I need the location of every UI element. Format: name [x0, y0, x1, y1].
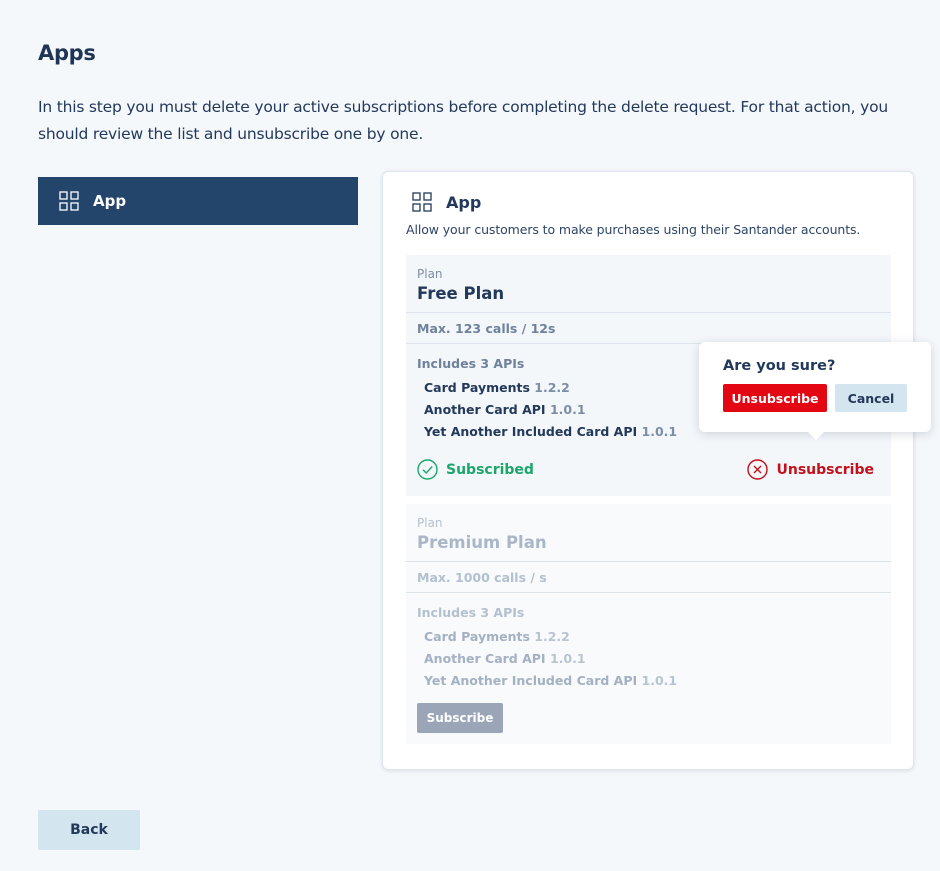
app-card: App Allow your customers to make purchas… — [382, 171, 914, 770]
api-item: Another Card API 1.0.1 — [424, 402, 586, 417]
divider — [406, 592, 891, 593]
plan-limit: Max. 123 calls / 12s — [417, 321, 556, 336]
plan-includes: Includes 3 APIs — [417, 605, 525, 620]
api-item: Yet Another Included Card API 1.0.1 — [424, 424, 678, 439]
app-card-header: App — [412, 192, 481, 212]
cancel-button[interactable]: Cancel — [835, 384, 907, 412]
plan-label: Plan — [417, 516, 443, 530]
subscribe-button[interactable]: Subscribe — [417, 703, 503, 733]
app-card-description: Allow your customers to make purchases u… — [406, 222, 861, 237]
plan-includes: Includes 3 APIs — [417, 356, 525, 371]
app-card-title: App — [446, 192, 482, 212]
subscribed-status: Subscribed — [417, 459, 534, 480]
divider — [406, 312, 891, 313]
unsubscribe-link[interactable]: Unsubscribe — [747, 459, 874, 480]
page-title: Apps — [38, 41, 96, 65]
api-item: Another Card API 1.0.1 — [424, 651, 586, 666]
api-item: Card Payments 1.2.2 — [424, 380, 570, 395]
divider — [406, 561, 891, 562]
grid-icon — [59, 191, 79, 211]
grid-icon — [412, 192, 432, 212]
close-circle-icon — [747, 459, 769, 480]
plan-name: Premium Plan — [417, 533, 547, 552]
back-button[interactable]: Back — [38, 810, 140, 850]
plan-name: Free Plan — [417, 284, 505, 303]
sidebar-item-label: App — [93, 192, 127, 210]
sidebar-item-app[interactable]: App — [38, 177, 358, 225]
api-item: Yet Another Included Card API 1.0.1 — [424, 673, 678, 688]
confirm-unsubscribe-button[interactable]: Unsubscribe — [723, 384, 827, 412]
plan-label: Plan — [417, 267, 443, 281]
check-circle-icon — [417, 459, 438, 480]
confirm-popover: Are you sure? Unsubscribe Cancel — [699, 342, 931, 440]
confirm-question: Are you sure? — [723, 358, 836, 374]
plan-limit: Max. 1000 calls / s — [417, 570, 547, 585]
intro-text: In this step you must delete your active… — [38, 98, 888, 143]
api-item: Card Payments 1.2.2 — [424, 629, 570, 644]
plan-premium: Plan Premium Plan Max. 1000 calls / s In… — [406, 504, 891, 744]
